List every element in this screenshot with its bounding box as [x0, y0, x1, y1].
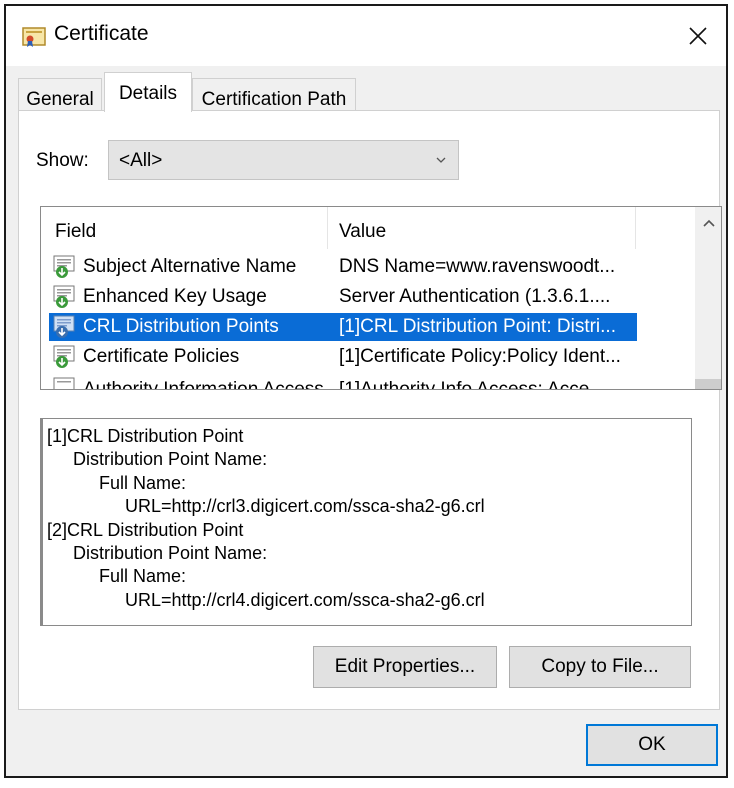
column-divider: [635, 207, 636, 249]
show-dropdown[interactable]: <All>: [108, 140, 459, 180]
detail-line: URL=http://crl3.digicert.com/ssca-sha2-g…: [125, 496, 485, 517]
field-name: Authority Information Access: [83, 379, 324, 389]
detail-line: [2]CRL Distribution Point: [47, 519, 244, 540]
field-name: Enhanced Key Usage: [83, 286, 267, 307]
show-dropdown-value: <All>: [119, 150, 163, 171]
copy-to-file-button[interactable]: Copy to File...: [509, 646, 691, 688]
tab-general[interactable]: General: [18, 78, 102, 112]
certificate-icon: [22, 27, 46, 47]
chevron-down-icon: [436, 157, 446, 163]
scrollbar-thumb[interactable]: [695, 379, 721, 389]
field-detail-textbox[interactable]: [1]CRL Distribution Point Distribution P…: [40, 418, 692, 626]
ok-button[interactable]: OK: [586, 724, 718, 766]
field-value: Server Authentication (1.3.6.1....: [339, 286, 611, 307]
show-label: Show:: [36, 150, 89, 171]
field-name: Subject Alternative Name: [83, 256, 297, 277]
certificate-dialog: Certificate General Details Certificatio…: [4, 4, 728, 778]
tab-details[interactable]: Details: [104, 72, 192, 112]
detail-line: Distribution Point Name:: [73, 543, 268, 564]
certificate-field-icon: [53, 377, 75, 389]
field-value: [1]CRL Distribution Point: Distri...: [339, 316, 616, 337]
scroll-up-arrow-icon[interactable]: [702, 217, 716, 229]
list-item-selected[interactable]: CRL Distribution Points [1]CRL Distribut…: [49, 313, 637, 341]
certificate-field-icon: [53, 345, 75, 368]
vertical-scrollbar[interactable]: [695, 207, 721, 389]
list-item[interactable]: Certificate Policies [1]Certificate Poli…: [49, 343, 637, 371]
list-item[interactable]: Enhanced Key Usage Server Authentication…: [49, 283, 637, 311]
certificate-field-icon: [53, 285, 75, 308]
column-header-field[interactable]: Field: [55, 221, 96, 243]
tab-label: Certification Path: [201, 89, 347, 110]
column-divider[interactable]: [327, 207, 328, 249]
list-item[interactable]: Subject Alternative Name DNS Name=www.ra…: [49, 253, 637, 281]
edit-properties-button[interactable]: Edit Properties...: [313, 646, 497, 688]
field-name: CRL Distribution Points: [83, 316, 279, 337]
detail-line: Full Name:: [99, 566, 187, 587]
close-button[interactable]: [676, 14, 720, 58]
detail-line: Full Name:: [99, 472, 187, 493]
detail-line: Distribution Point Name:: [73, 449, 268, 470]
tab-label: Details: [118, 83, 178, 104]
tab-label: General: [26, 89, 94, 110]
certificate-field-icon: [53, 315, 75, 338]
detail-line: URL=http://crl4.digicert.com/ssca-sha2-g…: [125, 589, 485, 610]
tab-certification-path[interactable]: Certification Path: [192, 78, 356, 112]
title-bar: Certificate: [6, 6, 726, 66]
window-title: Certificate: [54, 22, 149, 45]
column-header-value[interactable]: Value: [339, 221, 386, 243]
detail-line: [1]CRL Distribution Point: [47, 426, 244, 446]
field-value: [1]Authority Info Access: Acce...: [339, 379, 605, 389]
close-icon: [689, 27, 707, 45]
certificate-field-icon: [53, 255, 75, 278]
field-value: DNS Name=www.ravenswoodt...: [339, 256, 616, 277]
fields-list[interactable]: Field Value Subject Alternative Name DNS…: [40, 206, 722, 390]
field-value: [1]Certificate Policy:Policy Ident...: [339, 346, 621, 367]
list-item[interactable]: Authority Information Access [1]Authorit…: [49, 375, 637, 389]
field-name: Certificate Policies: [83, 346, 240, 367]
